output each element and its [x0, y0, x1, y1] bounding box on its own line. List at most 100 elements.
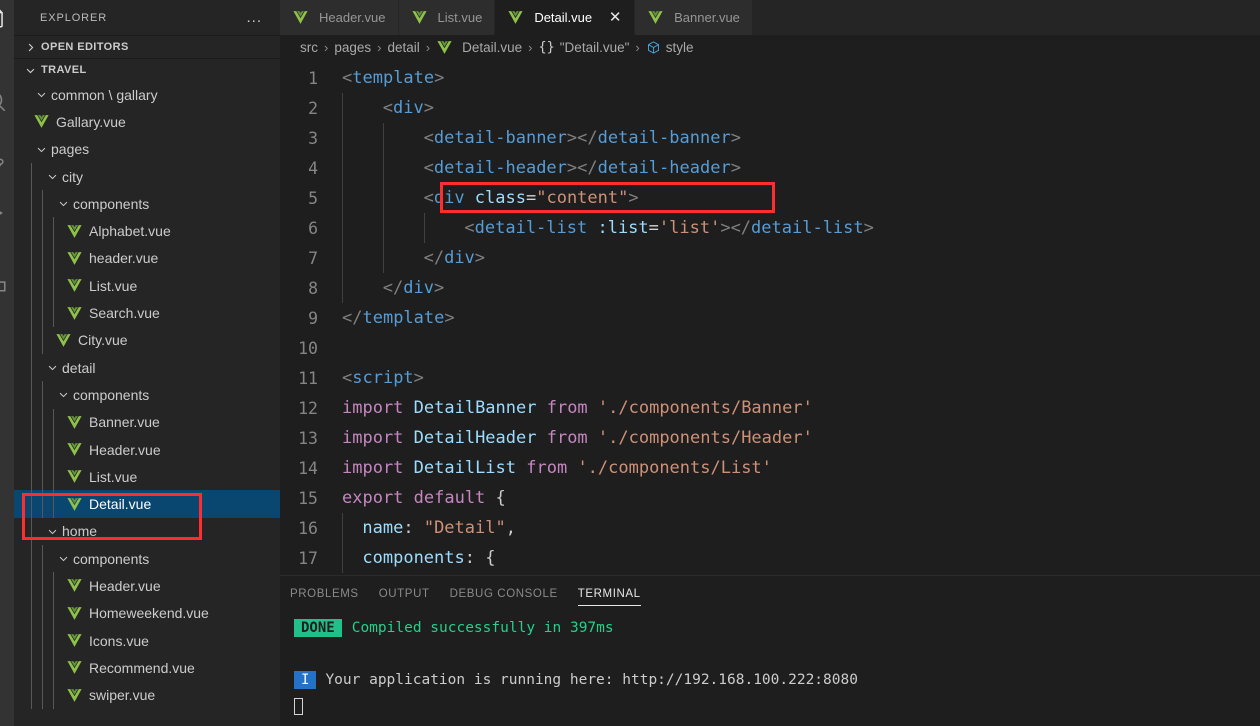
editor-tab[interactable]: Banner.vue [635, 0, 753, 35]
panel-tab-bar: PROBLEMS OUTPUT DEBUG CONSOLE TERMINAL [280, 576, 1260, 611]
file-tree-item[interactable]: components [14, 190, 280, 218]
breadcrumb-separator-icon: › [377, 39, 382, 55]
close-icon[interactable]: ✕ [608, 10, 622, 25]
tree-indent [14, 272, 66, 300]
search-icon[interactable] [0, 88, 14, 120]
chevron-right-icon [22, 39, 38, 55]
tree-indent [14, 599, 66, 627]
file-tree-item[interactable]: Banner.vue [14, 408, 280, 436]
file-tree-item-label: Recommend.vue [89, 659, 195, 676]
file-tree-item[interactable]: Search.vue [14, 299, 280, 327]
file-tree-item[interactable]: Icons.vue [14, 626, 280, 655]
tree-indent [14, 299, 66, 327]
file-tree-item[interactable]: Homeweekend.vue [14, 599, 280, 627]
indent-guide [342, 123, 343, 153]
code-token: ></ [720, 218, 752, 238]
code-line-text: <script> [342, 368, 424, 388]
file-tree-item[interactable]: swiper.vue [14, 681, 280, 709]
file-tree-item[interactable]: List.vue [14, 463, 280, 491]
file-tree-item[interactable]: detail [14, 353, 280, 382]
editor-tab[interactable]: Header.vue [280, 0, 399, 35]
editor-tab-label: List.vue [437, 10, 483, 25]
file-tree-item[interactable]: components [14, 381, 280, 409]
tree-indent [14, 326, 55, 354]
file-tree: common \ gallary Gallary.vue pages city comp… [14, 81, 280, 726]
file-tree-item[interactable]: Alphabet.vue [14, 217, 280, 245]
code-line-text: <template> [342, 68, 444, 88]
indent-guide [382, 153, 384, 183]
file-tree-item[interactable]: Gallary.vue [14, 108, 280, 135]
file-tree-item-label: Gallary.vue [56, 113, 126, 130]
sidebar-title: EXPLORER [40, 11, 108, 24]
terminal-line-running: I Your application is running here: http… [294, 667, 1260, 693]
run-debug-icon[interactable] [0, 200, 14, 232]
code-token: class [464, 188, 526, 208]
terminal-output[interactable]: DONE Compiled successfully in 397ms I Yo… [280, 611, 1260, 726]
panel-tab[interactable]: TERMINAL [577, 576, 641, 611]
panel-tab[interactable]: OUTPUT [379, 576, 430, 611]
file-tree-item[interactable]: home [14, 517, 280, 546]
file-tree-item[interactable]: Header.vue [14, 435, 280, 464]
indent-guide [382, 183, 384, 213]
indent-guide [53, 654, 54, 682]
file-tree-item[interactable]: pages [14, 136, 280, 163]
file-tree-item-label: Banner.vue [89, 414, 160, 431]
code-token: , [505, 518, 516, 538]
file-tree-item[interactable]: components [14, 545, 280, 573]
code-token: div [433, 188, 465, 208]
panel-tab[interactable]: PROBLEMS [290, 576, 359, 611]
more-actions-icon[interactable]: ... [246, 10, 270, 25]
breadcrumb-item[interactable]: pages [334, 40, 371, 55]
file-tree-item[interactable]: common \ gallary [14, 81, 280, 108]
file-tree-item[interactable]: List.vue [14, 272, 280, 300]
code-editor[interactable]: 1 <template> 2 <div> 3 <detail-banner></detai… [280, 59, 1260, 575]
indent-guide [42, 572, 43, 600]
code-token: template [352, 68, 435, 88]
file-tree-item[interactable]: header.vue [14, 244, 280, 273]
tree-indent [14, 408, 66, 436]
extensions-icon[interactable] [0, 268, 14, 300]
vue-file-icon [67, 306, 82, 320]
vue-file-icon [508, 11, 523, 24]
vue-file-icon [67, 606, 82, 620]
file-tree-item-selected[interactable]: Detail.vue [14, 490, 280, 518]
file-tree-item[interactable]: city [14, 162, 280, 191]
code-line: 3 <detail-banner></detail-banner> [280, 123, 1260, 153]
breadcrumb-item[interactable]: Detail.vue [436, 39, 522, 56]
file-tree-item[interactable]: Header.vue [14, 572, 280, 600]
breadcrumb-item[interactable]: style [646, 40, 694, 55]
code-token: DetailHeader [403, 428, 537, 448]
indent-guide [31, 654, 32, 682]
code-line: 9 </template> [280, 303, 1260, 333]
panel-tab[interactable]: DEBUG CONSOLE [450, 576, 558, 611]
vue-file-icon [293, 11, 308, 24]
file-tree-item[interactable]: Recommend.vue [14, 654, 280, 682]
breadcrumb-item[interactable]: {} "Detail.vue" [539, 39, 630, 55]
file-tree-item-label: header.vue [89, 250, 159, 267]
sidebar-section-travel[interactable]: TRAVEL [14, 58, 280, 81]
sidebar-section-open-editors[interactable]: OPEN EDITORS [14, 35, 280, 58]
editor-tab[interactable]: Detail.vue ✕ [495, 0, 636, 35]
code-token: import [342, 428, 404, 448]
indent-guide [42, 599, 43, 627]
sidebar-title-bar: EXPLORER ... [14, 0, 280, 35]
breadcrumb-item[interactable]: src [300, 40, 318, 55]
file-tree-item-label: Alphabet.vue [89, 223, 171, 240]
indent-guide [53, 272, 54, 300]
code-token: './components/List' [567, 458, 772, 478]
breadcrumb-item[interactable]: detail [387, 40, 419, 55]
explorer-icon[interactable] [0, 4, 14, 36]
code-token: < [423, 158, 434, 178]
file-tree-item-label: home [62, 523, 98, 540]
activity-bar [0, 0, 14, 726]
breadcrumb-label: src [300, 39, 318, 55]
code-token: < [342, 368, 353, 388]
code-line-text: </template> [342, 308, 455, 328]
file-tree-item[interactable]: City.vue [14, 326, 280, 354]
file-tree-item-label: city [62, 168, 83, 185]
section-label-travel: TRAVEL [41, 64, 87, 76]
source-control-icon[interactable] [0, 152, 14, 184]
code-token: : [403, 518, 424, 538]
editor-tab[interactable]: List.vue [398, 0, 496, 35]
